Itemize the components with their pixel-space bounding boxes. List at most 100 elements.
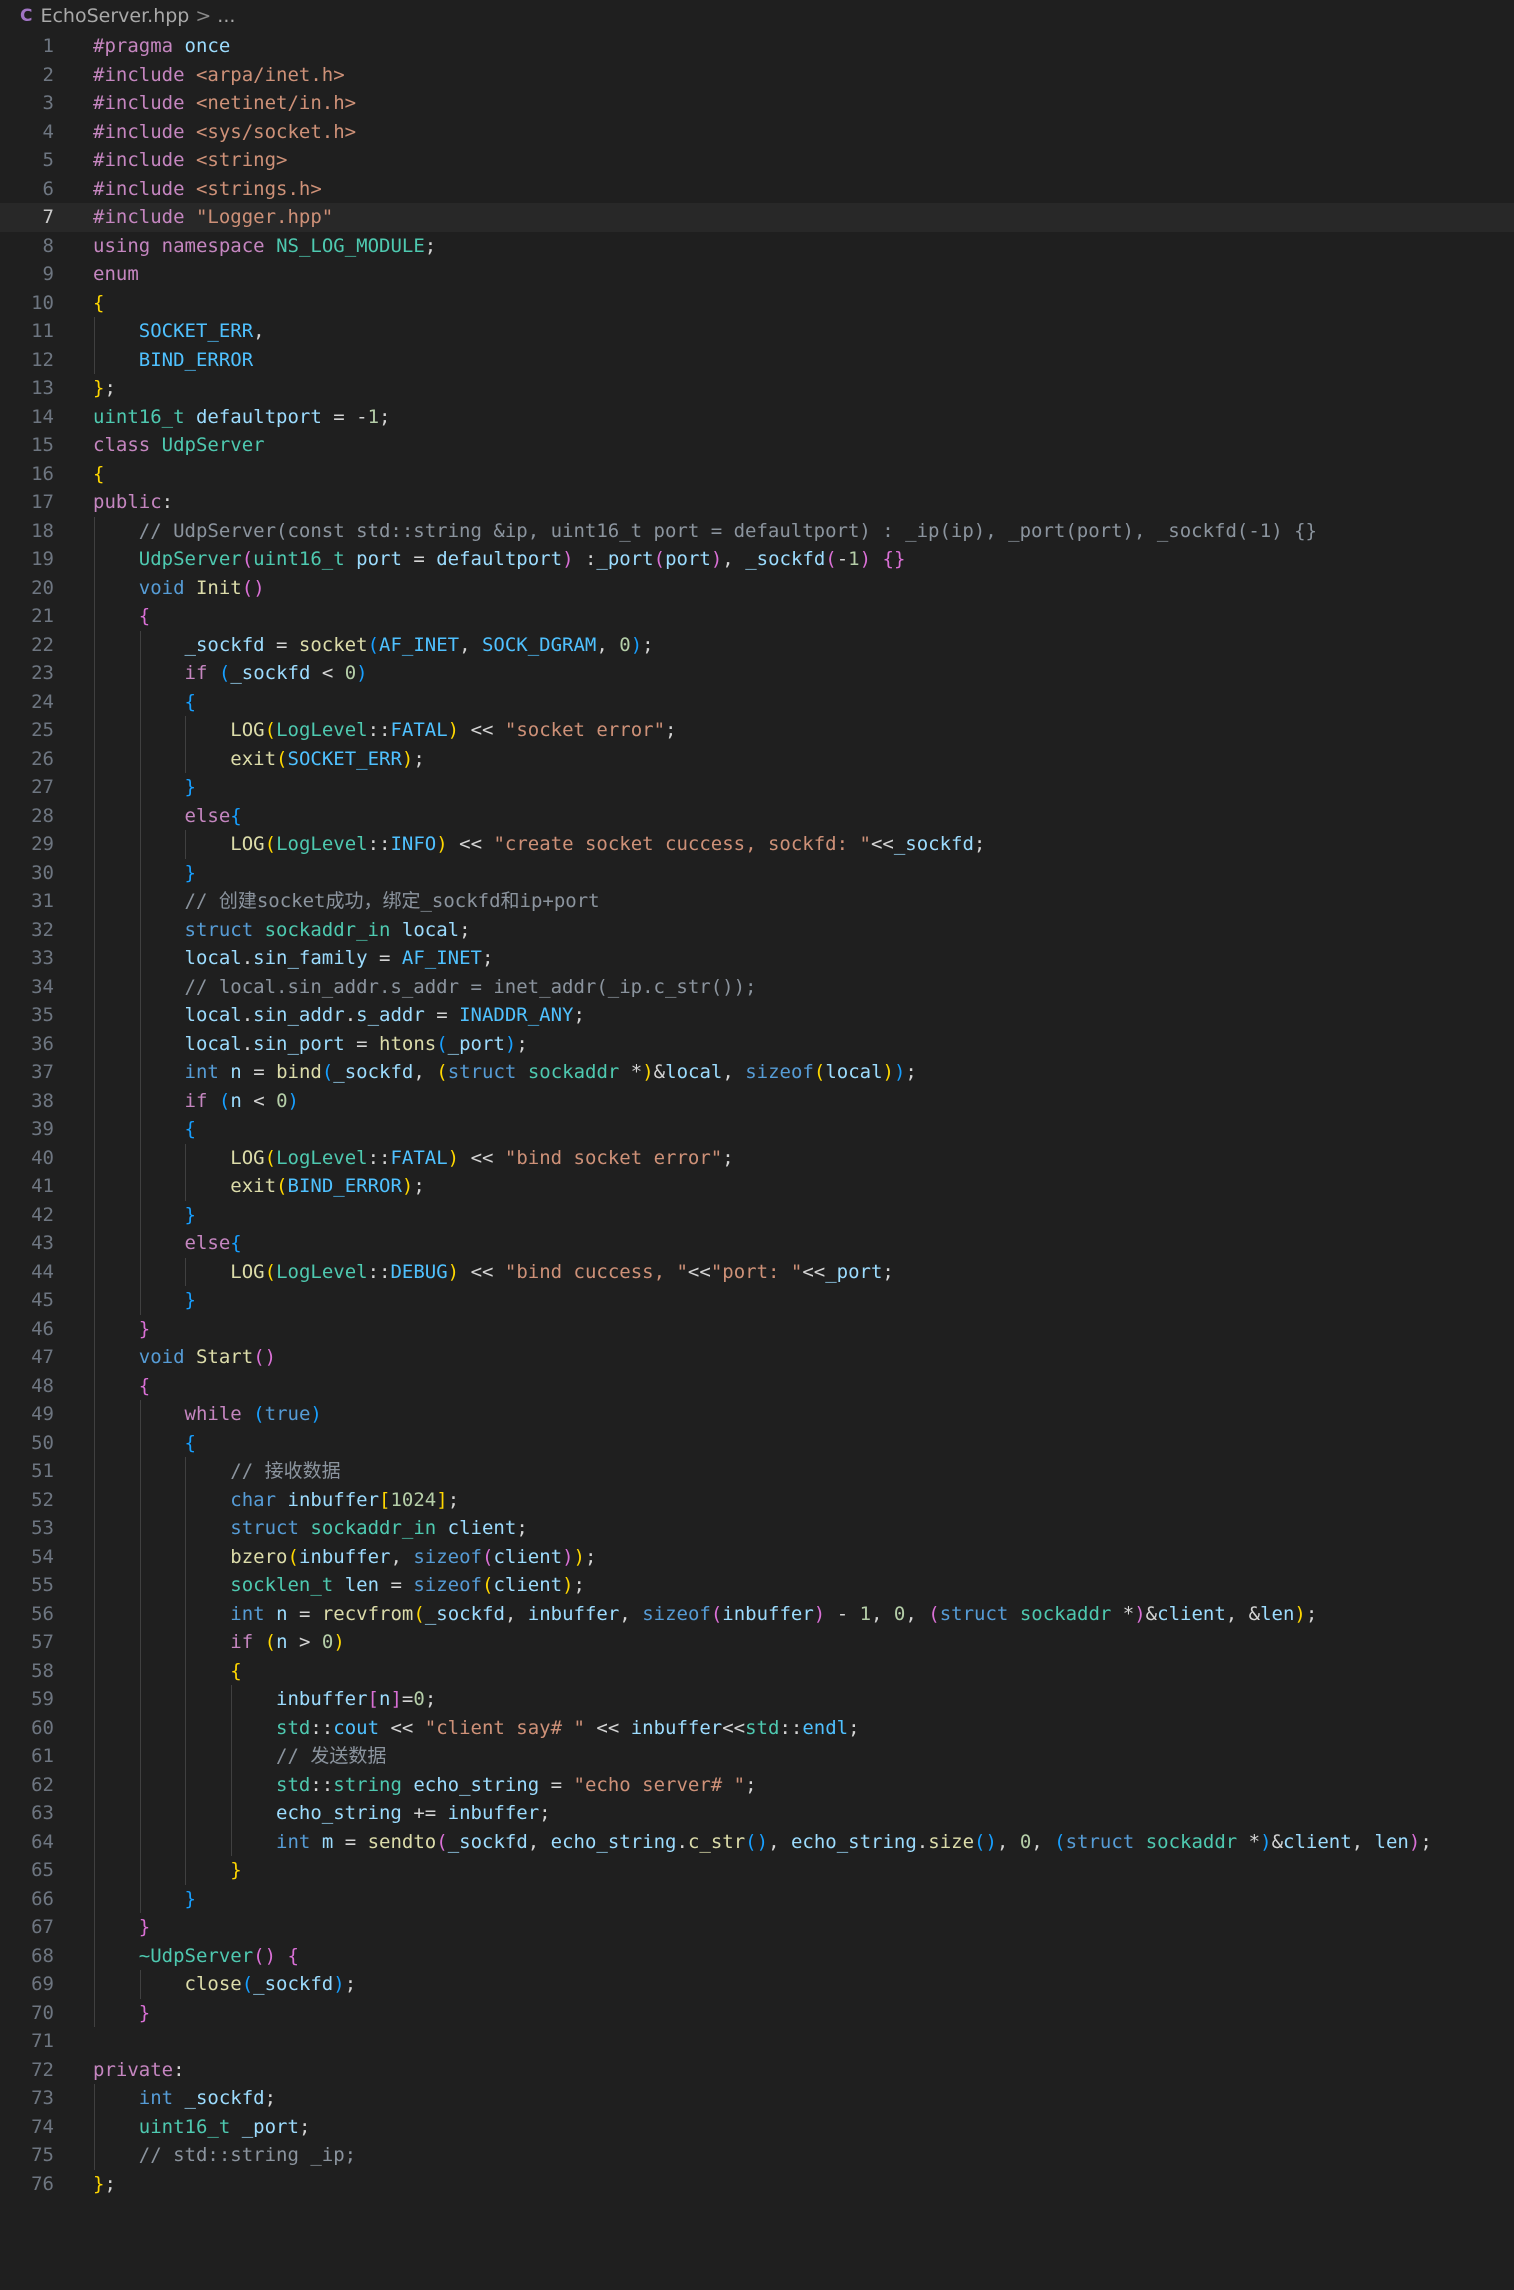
code-line[interactable]: 26 exit(SOCKET_ERR); (0, 744, 1514, 773)
code-line[interactable]: 30 } (0, 858, 1514, 887)
code-line[interactable]: 25 LOG(LogLevel::FATAL) << "socket error… (0, 716, 1514, 745)
code-line[interactable]: 7 #include "Logger.hpp" (0, 203, 1514, 232)
code-line[interactable]: 37 int n = bind(_sockfd, (struct sockadd… (0, 1058, 1514, 1087)
code-line[interactable]: 22 _sockfd = socket(AF_INET, SOCK_DGRAM,… (0, 630, 1514, 659)
code-line[interactable]: 19 UdpServer(uint16_t port = defaultport… (0, 545, 1514, 574)
code-line[interactable]: 24 { (0, 687, 1514, 716)
code-line[interactable]: 66 } (0, 1884, 1514, 1913)
code-line[interactable]: 61 // 发送数据 (0, 1742, 1514, 1771)
line-number: 44 (31, 1260, 54, 1283)
code-line[interactable]: 16 { (0, 460, 1514, 489)
code-line[interactable]: 52 char inbuffer[1024]; (0, 1485, 1514, 1514)
code-line[interactable]: 28 else{ (0, 801, 1514, 830)
code-line[interactable]: 47 void Start() (0, 1343, 1514, 1372)
code-line[interactable]: 14 uint16_t defaultport = -1; (0, 403, 1514, 432)
code-line[interactable]: 32 struct sockaddr_in local; (0, 915, 1514, 944)
code-line[interactable]: 38 if (n < 0) (0, 1086, 1514, 1115)
code-line[interactable]: 35 local.sin_addr.s_addr = INADDR_ANY; (0, 1001, 1514, 1030)
code-line[interactable]: 46 } (0, 1314, 1514, 1343)
code-text: private: (93, 2058, 185, 2081)
line-number: 22 (31, 633, 54, 656)
code-line[interactable]: 6 #include <strings.h> (0, 175, 1514, 204)
code-editor[interactable]: 1 #pragma once 2 #include <arpa/inet.h> 3 #in… (0, 32, 1514, 2290)
line-number: 6 (42, 177, 54, 200)
code-line[interactable]: 74 uint16_t _port; (0, 2112, 1514, 2141)
code-line[interactable]: 57 if (n > 0) (0, 1628, 1514, 1657)
code-line[interactable]: 29 LOG(LogLevel::INFO) << "create socket… (0, 830, 1514, 859)
code-line[interactable]: 18 // UdpServer(const std::string &ip, u… (0, 516, 1514, 545)
code-text: BIND_ERROR (138, 348, 254, 371)
code-line[interactable]: 64 int m = sendto(_sockfd, echo_string.c… (0, 1827, 1514, 1856)
line-number: 16 (31, 462, 54, 485)
line-number: 55 (31, 1574, 54, 1596)
code-line[interactable]: 13}; (0, 374, 1514, 403)
line-number: 46 (31, 1317, 54, 1340)
code-line[interactable]: 73 int _sockfd; (0, 2084, 1514, 2113)
code-text: public: (93, 491, 174, 513)
code-line[interactable]: 2 #include <arpa/inet.h> (0, 61, 1514, 90)
code-line[interactable]: 59 inbuffer[n]=0; (0, 1685, 1514, 1714)
code-line[interactable]: 36 local.sin_port = htons(_port); (0, 1029, 1514, 1058)
code-line[interactable]: 34 // local.sin_addr.s_addr = inet_addr(… (0, 972, 1514, 1001)
code-text: // std::string _ip; (138, 2144, 357, 2166)
code-line[interactable]: 9 enum (0, 260, 1514, 289)
line-number: 26 (31, 747, 54, 770)
code-line[interactable]: 53 struct sockaddr_in client; (0, 1514, 1514, 1543)
code-line[interactable]: 8 using namespace NS_LOG_MODULE; (0, 232, 1514, 261)
code-line[interactable]: 11 SOCKET_ERR, (0, 317, 1514, 346)
code-line[interactable]: 12 BIND_ERROR (0, 345, 1514, 374)
code-line[interactable]: 45 } (0, 1286, 1514, 1315)
code-text: { (184, 690, 196, 713)
code-line[interactable]: 41 exit(BIND_ERROR); (0, 1172, 1514, 1201)
line-number: 41 (31, 1175, 54, 1197)
code-line[interactable]: 49 while (true) (0, 1400, 1514, 1429)
code-line[interactable]: 23 if (_sockfd < 0) (0, 659, 1514, 688)
code-line[interactable]: 40 LOG(LogLevel::FATAL) << "bind socket … (0, 1143, 1514, 1172)
code-line[interactable]: 69 close(_sockfd); (0, 1970, 1514, 1999)
code-line[interactable]: 43 else{ (0, 1229, 1514, 1258)
code-line[interactable]: 31 // 创建socket成功，绑定_sockfd和ip+port (0, 887, 1514, 916)
code-line[interactable]: 39 { (0, 1115, 1514, 1144)
code-line[interactable]: 50 { (0, 1428, 1514, 1457)
line-number: 11 (31, 320, 54, 342)
code-line[interactable]: 62 std::string echo_string = "echo serve… (0, 1770, 1514, 1799)
line-number: 29 (31, 833, 54, 855)
code-line[interactable]: 10 { (0, 289, 1514, 318)
code-text: ~UdpServer() { (138, 1944, 299, 1967)
breadcrumb-file-name[interactable]: EchoServer.hpp (40, 5, 189, 27)
code-line[interactable]: 55 socklen_t len = sizeof(client); (0, 1571, 1514, 1600)
code-line[interactable]: 21 { (0, 602, 1514, 631)
code-line[interactable]: 68 ~UdpServer() { (0, 1941, 1514, 1970)
code-line[interactable]: 51 // 接收数据 (0, 1457, 1514, 1486)
code-line[interactable]: 42 } (0, 1200, 1514, 1229)
code-line[interactable]: 33 local.sin_family = AF_INET; (0, 944, 1514, 973)
code-line[interactable]: 65 } (0, 1856, 1514, 1885)
code-line[interactable]: 70 } (0, 1998, 1514, 2027)
code-line[interactable]: 60 std::cout << "client say# " << inbuff… (0, 1713, 1514, 1742)
code-line[interactable]: 76}; (0, 2170, 1514, 2199)
code-text: // UdpServer(const std::string &ip, uint… (138, 519, 1317, 542)
code-line[interactable]: 44 LOG(LogLevel::DEBUG) << "bind cuccess… (0, 1257, 1514, 1286)
code-line[interactable]: 54 bzero(inbuffer, sizeof(client)); (0, 1542, 1514, 1571)
line-number: 47 (31, 1346, 54, 1368)
code-line[interactable]: 48 { (0, 1371, 1514, 1400)
code-text: LOG(LogLevel::INFO) << "create socket cu… (230, 833, 986, 855)
line-number: 33 (31, 947, 54, 969)
code-line[interactable]: 20 void Init() (0, 573, 1514, 602)
code-line[interactable]: 27 } (0, 773, 1514, 802)
code-line[interactable]: 15 class UdpServer (0, 431, 1514, 460)
code-line[interactable]: 56 int n = recvfrom(_sockfd, inbuffer, s… (0, 1599, 1514, 1628)
code-text: close(_sockfd); (184, 1973, 357, 1995)
code-line[interactable]: 5 #include <string> (0, 146, 1514, 175)
code-line[interactable]: 72 private: (0, 2056, 1514, 2085)
code-line[interactable]: 58 { (0, 1656, 1514, 1685)
code-line[interactable]: 3 #include <netinet/in.h> (0, 89, 1514, 118)
code-line[interactable]: 1 #pragma once (0, 32, 1514, 61)
breadcrumb-trail[interactable]: ... (217, 5, 235, 27)
code-line[interactable]: 4 #include <sys/socket.h> (0, 118, 1514, 147)
code-line[interactable]: 17 public: (0, 488, 1514, 517)
code-line[interactable]: 67 } (0, 1913, 1514, 1942)
code-line[interactable]: 71 (0, 2027, 1514, 2056)
code-line[interactable]: 63 echo_string += inbuffer; (0, 1799, 1514, 1828)
code-line[interactable]: 75 // std::string _ip; (0, 2141, 1514, 2170)
